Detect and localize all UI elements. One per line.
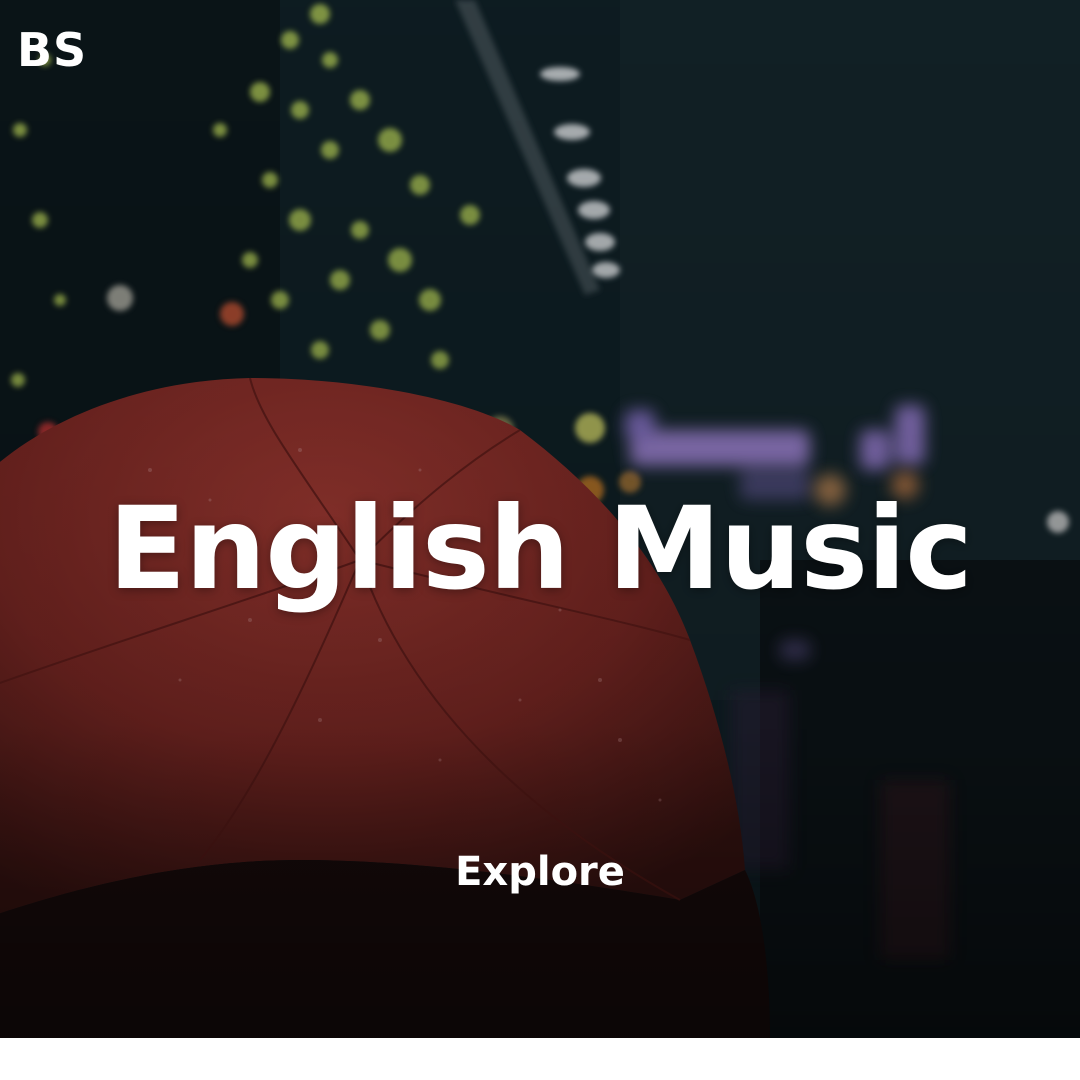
footer-strip bbox=[0, 1038, 1080, 1080]
explore-button[interactable]: Explore bbox=[0, 842, 1080, 902]
brand-logo[interactable]: BS bbox=[17, 22, 87, 78]
hero-title: English Music bbox=[108, 482, 973, 615]
hero-banner: BS English Music Explore bbox=[0, 0, 1080, 1038]
